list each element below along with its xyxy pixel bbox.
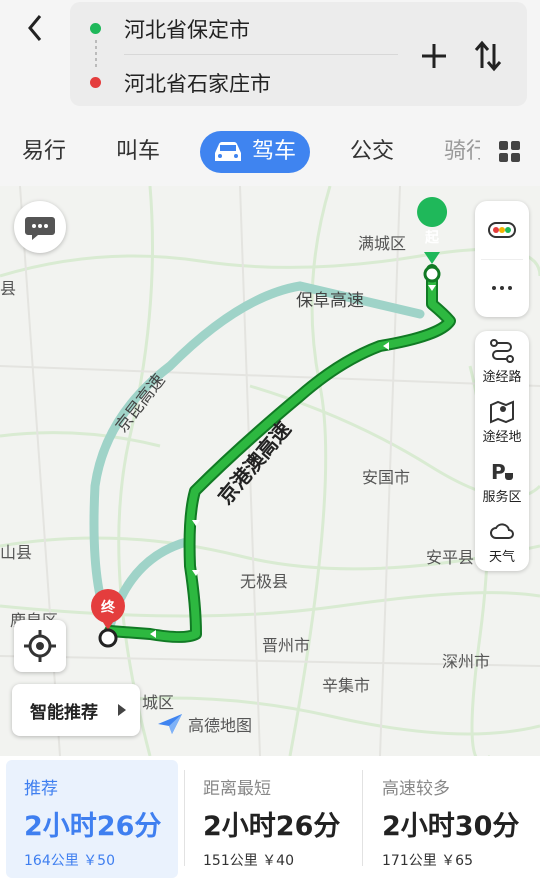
map-label: 安国市 — [362, 468, 411, 487]
amap-logo-icon — [158, 714, 182, 734]
route-title: 推荐 — [24, 779, 58, 799]
divider — [362, 770, 363, 866]
route-title: 距离最短 — [203, 779, 271, 799]
add-waypoint-button[interactable] — [416, 38, 452, 74]
waypoint-route-button[interactable]: 途经路 — [475, 331, 529, 391]
route-time: 2小时26分 — [203, 811, 341, 842]
waypoint-route-label: 途经路 — [482, 370, 522, 385]
map-label: 保阜高速 — [296, 291, 364, 311]
traffic-toggle[interactable] — [475, 201, 529, 259]
swap-button[interactable] — [470, 38, 506, 74]
route-input-card: 河北省保定市 河北省石家庄市 — [70, 2, 527, 106]
swap-icon — [474, 40, 502, 72]
divider — [124, 54, 398, 55]
chat-bubble-icon — [25, 217, 55, 240]
tab-bike[interactable]: 骑行 — [444, 126, 480, 178]
route-options: 推荐 2小时26分 164公里 ￥50 距离最短 2小时26分 151公里 ￥4… — [0, 756, 540, 886]
service-area-icon: P — [491, 460, 513, 484]
end-dot-icon — [90, 77, 101, 88]
waypoint-place-icon — [490, 400, 514, 424]
chevron-right-icon — [118, 704, 126, 716]
start-dot-icon — [90, 23, 101, 34]
tab-drive-label: 驾车 — [252, 139, 297, 164]
map-label: 县 — [0, 279, 17, 298]
weather-label: 天气 — [488, 550, 515, 565]
locate-button[interactable] — [14, 620, 66, 672]
smart-recommend-button[interactable]: 智能推荐 — [12, 684, 140, 736]
service-area-label: 服务区 — [482, 490, 522, 505]
map-label: 城区 — [142, 693, 175, 712]
weather-icon — [490, 523, 514, 539]
start-location[interactable]: 河北省保定市 — [124, 14, 250, 44]
service-area-button[interactable]: P 服务区 — [475, 451, 529, 511]
end-marker-label: 终 — [101, 600, 115, 616]
map-label: 满城区 — [358, 234, 407, 253]
back-arrow-icon — [28, 15, 42, 41]
locate-icon — [24, 630, 56, 662]
connector-dots — [95, 40, 97, 70]
more-icon — [492, 286, 512, 290]
tab-drive[interactable]: 驾车 — [200, 131, 311, 173]
message-button[interactable] — [14, 201, 66, 253]
route-meta: 151公里 ￥40 — [203, 853, 294, 869]
weather-button[interactable]: 天气 — [475, 511, 529, 571]
map-label: 辛集市 — [322, 676, 371, 695]
svg-text:P: P — [491, 460, 506, 484]
back-button[interactable] — [18, 10, 54, 46]
tab-bus[interactable]: 公交 — [350, 126, 394, 178]
route-time: 2小时26分 — [24, 811, 162, 842]
map-label: 山县 — [0, 543, 33, 562]
logo-text: 高德地图 — [188, 716, 253, 735]
car-icon — [215, 142, 241, 161]
waypoint-place-button[interactable]: 途经地 — [475, 391, 529, 451]
map-label: 深州市 — [442, 652, 491, 671]
route-option-highway[interactable]: 高速较多 2小时30分 171公里 ￥65 — [364, 760, 540, 878]
map-label: 无极县 — [240, 572, 289, 591]
route-meta: 171公里 ￥65 — [382, 853, 473, 869]
waypoint-place-label: 途经地 — [482, 430, 522, 445]
more-button[interactable] — [475, 260, 529, 317]
grid-icon[interactable] — [498, 140, 522, 164]
map-view[interactable]: 满城区 保阜高速 京昆高速 京港澳高速 安国市 安平县 无极县 晋州市 深州市 … — [0, 186, 540, 756]
route-title: 高速较多 — [382, 779, 450, 799]
route-option-shortest[interactable]: 距离最短 2小时26分 151公里 ￥40 — [185, 760, 360, 878]
end-location[interactable]: 河北省石家庄市 — [124, 68, 271, 98]
plus-icon — [422, 44, 446, 68]
tab-taxi[interactable]: 叫车 — [116, 126, 160, 178]
tab-easy[interactable]: 易行 — [22, 126, 66, 178]
map-tools-top — [475, 201, 529, 317]
map-label: 晋州市 — [262, 636, 311, 655]
map-tools-bottom: 途经路 途经地 P 服务区 天气 — [475, 331, 529, 571]
smart-recommend-label: 智能推荐 — [30, 703, 98, 723]
map-label: 安平县 — [426, 548, 475, 567]
route-header: 河北省保定市 河北省石家庄市 易行 叫车 驾车 公交 骑行 — [0, 0, 540, 186]
route-meta: 164公里 ￥50 — [24, 853, 115, 869]
start-marker-label: 起 — [425, 230, 439, 246]
mode-tabs: 易行 叫车 驾车 公交 骑行 — [0, 126, 540, 178]
waypoint-route-icon — [490, 339, 514, 363]
traffic-light-icon — [488, 222, 516, 238]
route-option-recommended[interactable]: 推荐 2小时26分 164公里 ￥50 — [6, 760, 178, 878]
route-time: 2小时30分 — [382, 811, 520, 842]
